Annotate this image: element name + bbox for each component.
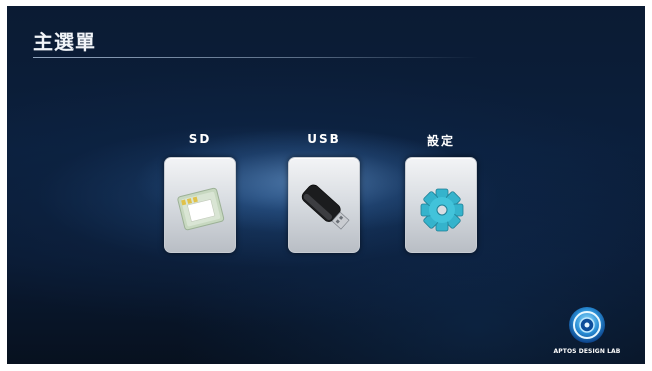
aptos-logo-icon (569, 307, 605, 343)
brand-name: APTOS DESIGN LAB (553, 348, 621, 355)
main-menu-screen: 主選單 SD USB 設定 APTOS DESIGN LAB (7, 6, 645, 364)
page-title: 主選單 (33, 30, 96, 54)
settings-menu-button[interactable] (405, 157, 477, 253)
sd-menu-button[interactable] (164, 157, 236, 253)
title-divider (33, 57, 478, 58)
usb-drive-icon (301, 184, 350, 230)
gear-icon (420, 188, 464, 232)
sd-card-icon (177, 187, 225, 231)
brand-logo: APTOS DESIGN LAB (549, 302, 625, 358)
menu-label-settings: 設定 (426, 134, 455, 148)
usb-menu-button[interactable] (288, 157, 360, 253)
menu-label-usb: USB (307, 132, 341, 146)
menu-label-sd: SD (188, 132, 212, 146)
